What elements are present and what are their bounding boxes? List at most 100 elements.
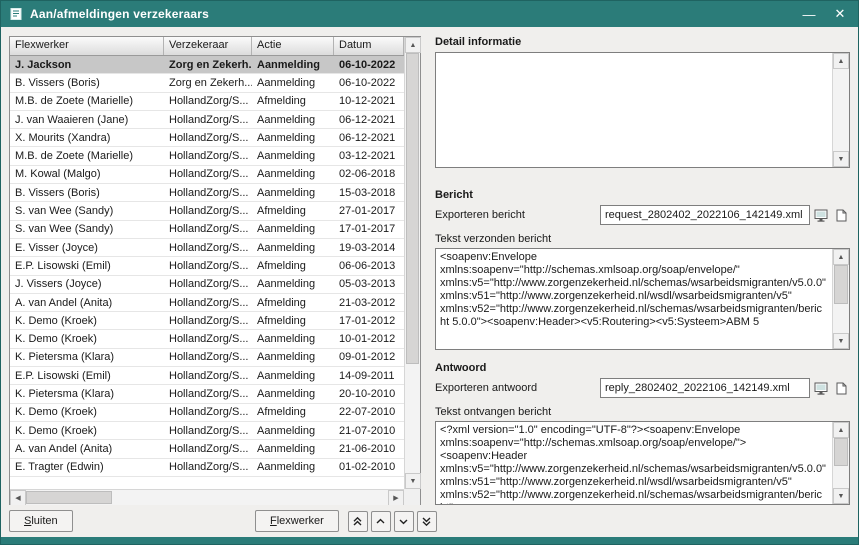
file-page-icon-button[interactable] xyxy=(832,206,850,224)
scroll-down-icon[interactable]: ▼ xyxy=(833,488,849,504)
status-strip xyxy=(1,537,858,544)
table-row[interactable]: B. Vissers (Boris)Zorg en Zekerh...Aanme… xyxy=(10,74,404,92)
table-row[interactable]: E.P. Lisowski (Emil)HollandZorg/S...Afme… xyxy=(10,257,404,275)
ontvangen-bericht-textarea[interactable]: <?xml version="1.0" encoding="UTF-8"?><s… xyxy=(435,421,850,505)
cell-flexwerker: S. van Wee (Sandy) xyxy=(10,223,164,235)
scroll-up-button[interactable] xyxy=(371,511,391,532)
cell-datum: 17-01-2012 xyxy=(334,315,404,327)
scroll-left-icon[interactable]: ◀ xyxy=(10,490,26,505)
scroll-down-icon[interactable]: ▼ xyxy=(833,333,849,349)
table-row[interactable]: E. Visser (Joyce)HollandZorg/S...Aanmeld… xyxy=(10,239,404,257)
minimize-button[interactable]: — xyxy=(797,3,821,25)
cell-datum: 06-06-2013 xyxy=(334,260,404,272)
scroll-bottom-button[interactable] xyxy=(417,511,437,532)
detail-textarea[interactable]: ▲ ▼ xyxy=(435,52,850,168)
view-file-icon-button[interactable] xyxy=(812,379,830,397)
column-header-verzekeraar[interactable]: Verzekeraar xyxy=(164,37,252,55)
scroll-right-icon[interactable]: ▶ xyxy=(388,490,404,505)
table-row[interactable]: S. van Wee (Sandy)HollandZorg/S...Afmeld… xyxy=(10,202,404,220)
ontvangen-scrollbar[interactable]: ▲ ▼ xyxy=(832,422,849,504)
scroll-down-icon[interactable]: ▼ xyxy=(833,151,849,167)
cell-flexwerker: E.P. Lisowski (Emil) xyxy=(10,370,164,382)
table-row[interactable]: J. van Waaieren (Jane)HollandZorg/S...Aa… xyxy=(10,111,404,129)
cell-flexwerker: K. Pietersma (Klara) xyxy=(10,388,164,400)
table-horizontal-scrollbar[interactable]: ◀ ▶ xyxy=(10,489,404,505)
verzonden-scrollbar[interactable]: ▲ ▼ xyxy=(832,249,849,349)
cell-flexwerker: A. van Andel (Anita) xyxy=(10,443,164,455)
table-row[interactable]: K. Pietersma (Klara)HollandZorg/S...Aanm… xyxy=(10,349,404,367)
sluiten-button[interactable]: Sluiten xyxy=(9,510,73,532)
table-row[interactable]: S. van Wee (Sandy)HollandZorg/S...Aanmel… xyxy=(10,221,404,239)
scroll-top-button[interactable] xyxy=(348,511,368,532)
scroll-down-icon[interactable]: ▼ xyxy=(405,473,421,489)
cell-actie: Afmelding xyxy=(252,260,334,272)
detail-text[interactable] xyxy=(436,53,832,167)
cell-verzekeraar: HollandZorg/S... xyxy=(164,95,252,107)
table-row[interactable]: B. Vissers (Boris)HollandZorg/S...Aanmel… xyxy=(10,184,404,202)
horizontal-scroll-track[interactable] xyxy=(26,490,388,505)
cell-actie: Aanmelding xyxy=(252,443,334,455)
cell-verzekeraar: HollandZorg/S... xyxy=(164,132,252,144)
cell-verzekeraar: HollandZorg/S... xyxy=(164,315,252,327)
vertical-scroll-thumb[interactable] xyxy=(834,438,848,466)
cell-datum: 17-01-2017 xyxy=(334,223,404,235)
cell-datum: 21-03-2012 xyxy=(334,297,404,309)
cell-datum: 01-02-2010 xyxy=(334,461,404,473)
table-vertical-scrollbar[interactable]: ▲ ▼ xyxy=(404,37,420,489)
table-row[interactable]: A. van Andel (Anita)HollandZorg/S...Aanm… xyxy=(10,440,404,458)
table-row[interactable]: E.P. Lisowski (Emil)HollandZorg/S...Aanm… xyxy=(10,367,404,385)
cell-flexwerker: K. Pietersma (Klara) xyxy=(10,351,164,363)
file-page-icon-button[interactable] xyxy=(832,379,850,397)
cell-datum: 05-03-2013 xyxy=(334,278,404,290)
close-button[interactable]: ✕ xyxy=(828,3,852,25)
table-row[interactable]: X. Mourits (Xandra)HollandZorg/S...Aanme… xyxy=(10,129,404,147)
column-header-flexwerker[interactable]: Flexwerker xyxy=(10,37,164,55)
double-chevron-down-icon xyxy=(421,516,432,527)
cell-flexwerker: J. van Waaieren (Jane) xyxy=(10,114,164,126)
cell-flexwerker: E. Tragter (Edwin) xyxy=(10,461,164,473)
left-panel: FlexwerkerVerzekeraarActieDatum J. Jacks… xyxy=(9,36,421,505)
table-row[interactable]: J. Vissers (Joyce)HollandZorg/S...Aanmel… xyxy=(10,276,404,294)
cell-datum: 14-09-2011 xyxy=(334,370,404,382)
scroll-up-icon[interactable]: ▲ xyxy=(833,422,849,438)
verzonden-bericht-textarea[interactable]: <soapenv:Envelope xmlns:soapenv="http://… xyxy=(435,248,850,350)
table-row[interactable]: M.B. de Zoete (Marielle)HollandZorg/S...… xyxy=(10,147,404,165)
table-row[interactable]: K. Demo (Kroek)HollandZorg/S...Aanmeldin… xyxy=(10,422,404,440)
table-row[interactable]: K. Demo (Kroek)HollandZorg/S...Afmelding… xyxy=(10,312,404,330)
table-row[interactable]: K. Demo (Kroek)HollandZorg/S...Afmelding… xyxy=(10,404,404,422)
cell-actie: Aanmelding xyxy=(252,242,334,254)
window-title: Aan/afmeldingen verzekeraars xyxy=(30,7,790,21)
export-antwoord-input[interactable] xyxy=(600,378,810,398)
titlebar[interactable]: Aan/afmeldingen verzekeraars — ✕ xyxy=(1,1,858,27)
column-header-actie[interactable]: Actie xyxy=(252,37,334,55)
column-header-datum[interactable]: Datum xyxy=(334,37,404,55)
flexwerker-button[interactable]: Flexwerker xyxy=(255,510,339,532)
cell-verzekeraar: HollandZorg/S... xyxy=(164,461,252,473)
vertical-scroll-thumb[interactable] xyxy=(406,53,419,364)
ontvangen-bericht-text[interactable]: <?xml version="1.0" encoding="UTF-8"?><s… xyxy=(436,422,832,504)
scroll-up-icon[interactable]: ▲ xyxy=(833,53,849,69)
scroll-up-icon[interactable]: ▲ xyxy=(833,249,849,265)
export-bericht-input[interactable] xyxy=(600,205,810,225)
cell-datum: 06-10-2022 xyxy=(334,59,404,71)
horizontal-scroll-thumb[interactable] xyxy=(26,491,112,504)
table-row[interactable]: M.B. de Zoete (Marielle)HollandZorg/S...… xyxy=(10,93,404,111)
scroll-up-icon[interactable]: ▲ xyxy=(405,37,421,53)
table-row[interactable]: J. JacksonZorg en Zekerh...Aanmelding06-… xyxy=(10,56,404,74)
cell-flexwerker: B. Vissers (Boris) xyxy=(10,77,164,89)
export-bericht-label: Exporteren bericht xyxy=(435,209,600,221)
cell-actie: Aanmelding xyxy=(252,370,334,382)
detail-scrollbar[interactable]: ▲ ▼ xyxy=(832,53,849,167)
table-row[interactable]: M. Kowal (Malgo)HollandZorg/S...Aanmeldi… xyxy=(10,166,404,184)
table-row[interactable]: K. Demo (Kroek)HollandZorg/S...Aanmeldin… xyxy=(10,330,404,348)
vertical-scroll-thumb[interactable] xyxy=(834,265,848,304)
cell-datum: 10-01-2012 xyxy=(334,333,404,345)
view-file-icon-button[interactable] xyxy=(812,206,830,224)
scroll-down-button[interactable] xyxy=(394,511,414,532)
verzonden-bericht-text[interactable]: <soapenv:Envelope xmlns:soapenv="http://… xyxy=(436,249,832,349)
table-row[interactable]: E. Tragter (Edwin)HollandZorg/S...Aanmel… xyxy=(10,459,404,477)
table-row[interactable]: A. van Andel (Anita)HollandZorg/S...Afme… xyxy=(10,294,404,312)
cell-verzekeraar: HollandZorg/S... xyxy=(164,351,252,363)
vertical-scroll-track[interactable] xyxy=(405,53,420,473)
table-row[interactable]: K. Pietersma (Klara)HollandZorg/S...Aanm… xyxy=(10,385,404,403)
